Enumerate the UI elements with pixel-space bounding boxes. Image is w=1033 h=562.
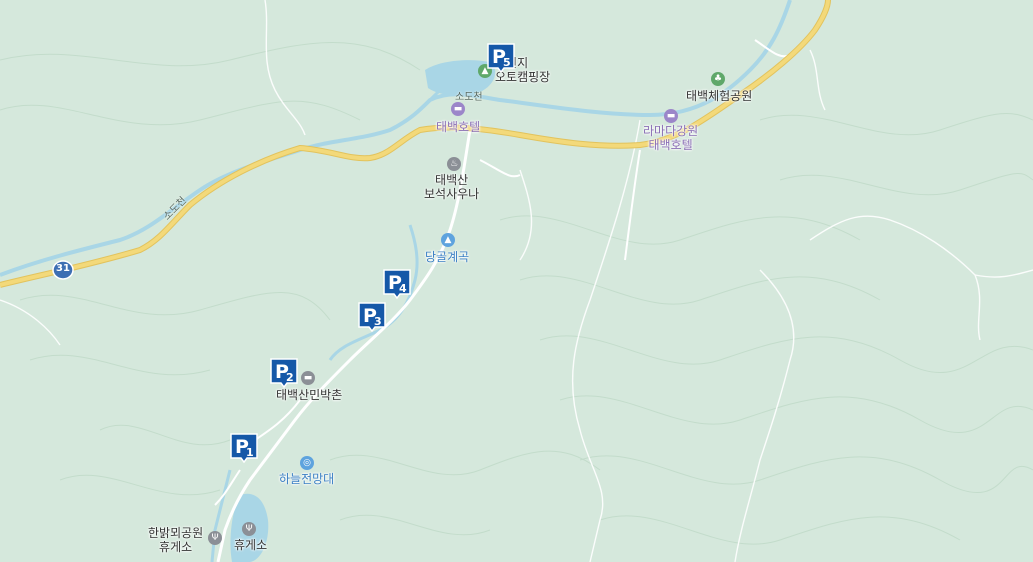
label-rest-area-1[interactable]: 한밝뫼공원 휴게소 (148, 526, 203, 554)
route-31-label: 31 (56, 263, 70, 274)
parking-marker-4[interactable]: P4 (382, 268, 412, 300)
map-base-layer (0, 0, 1033, 562)
svg-text:4: 4 (399, 282, 407, 295)
ridge-trails (0, 0, 1033, 562)
svg-text:2: 2 (286, 371, 294, 384)
label-taebaek-hotel[interactable]: 태백호텔 (436, 120, 480, 134)
label-experience-park[interactable]: 태백체험공원 (686, 89, 752, 103)
parking-marker-3[interactable]: P3 (357, 301, 387, 333)
svg-text:1: 1 (246, 446, 254, 459)
hotel-icon[interactable]: ▬ (451, 102, 465, 116)
parking-marker-5[interactable]: P5 (486, 42, 516, 74)
parking-marker-2[interactable]: P2 (269, 357, 299, 389)
mountain-icon[interactable]: ▲ (441, 233, 455, 247)
label-sauna[interactable]: 태백산 보석사우나 (424, 173, 479, 201)
svg-text:5: 5 (503, 56, 511, 69)
spa-icon[interactable]: ♨ (447, 157, 461, 171)
parking-icon: P5 (487, 43, 515, 74)
parking-icon: P1 (230, 433, 258, 464)
restaurant-icon-1[interactable]: Ψ (208, 531, 222, 545)
label-valley[interactable]: 당골계곡 (425, 250, 469, 264)
parking-icon: P3 (358, 302, 386, 333)
label-rest-area-2[interactable]: 휴게소 (234, 538, 267, 552)
stream-label-2: 소도천 (455, 92, 483, 103)
svg-text:3: 3 (374, 315, 382, 328)
parking-icon: P4 (383, 269, 411, 300)
label-ramada-hotel[interactable]: 라마다강원 태백호텔 (643, 124, 698, 152)
restaurant-icon-2[interactable]: Ψ (242, 522, 256, 536)
parking-marker-1[interactable]: P1 (229, 432, 259, 464)
hotel-icon-minbak[interactable]: ▬ (301, 371, 315, 385)
hotel-icon-ramada[interactable]: ▬ (664, 109, 678, 123)
park-icon[interactable]: ♣ (711, 72, 725, 86)
map-canvas[interactable]: 31 소도천 소도천 ▲ ▬ ♨ ▲ ▬ ◎ Ψ Ψ ♣ ▬ 소원지 오토캠핑장… (0, 0, 1033, 562)
label-observatory[interactable]: 하늘전망대 (279, 472, 334, 486)
parking-icon: P2 (270, 358, 298, 389)
label-minbak[interactable]: 태백산민박촌 (276, 388, 342, 402)
contour-lines (0, 42, 1033, 545)
viewpoint-icon[interactable]: ◎ (300, 456, 314, 470)
